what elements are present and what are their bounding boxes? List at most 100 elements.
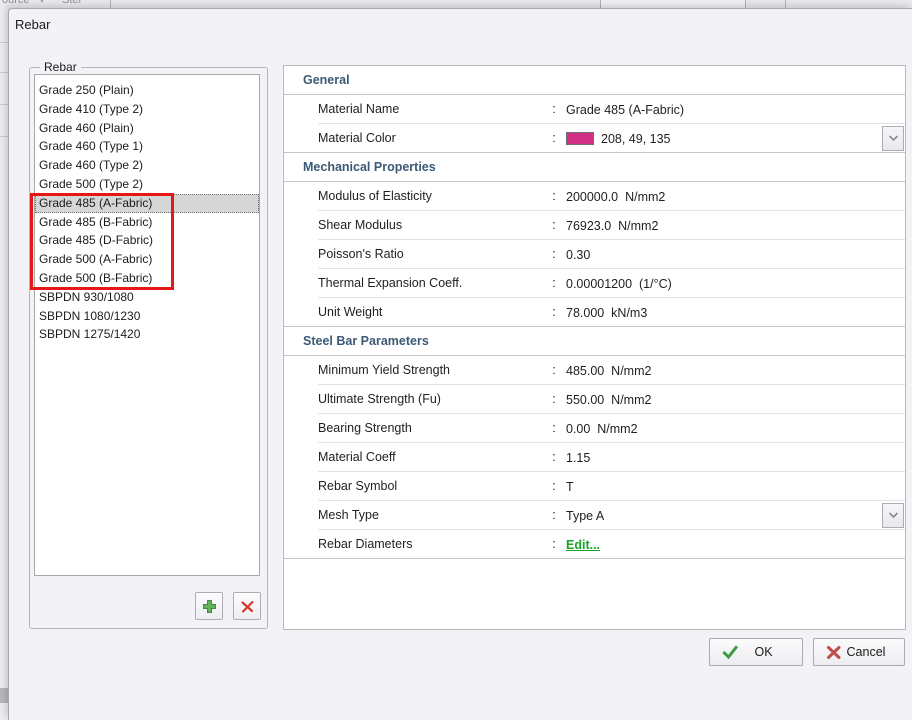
list-item[interactable]: Grade 250 (Plain) — [35, 81, 259, 100]
ok-button[interactable]: OK — [709, 638, 803, 666]
background-line — [0, 136, 8, 137]
colon-separator: : — [550, 472, 558, 501]
list-item[interactable]: Grade 500 (B-Fabric) — [35, 269, 259, 288]
value-text: Type A — [566, 509, 604, 523]
property-row: Modulus of Elasticity:200000.0 N/mm2 — [284, 182, 905, 211]
background-line — [0, 42, 8, 43]
cancel-button[interactable]: Cancel — [813, 638, 905, 666]
list-item[interactable]: Grade 485 (A-Fabric) — [35, 194, 259, 213]
property-grid: GeneralMaterial Name:Grade 485 (A-Fabric… — [284, 66, 905, 559]
dropdown-arrow-button[interactable] — [882, 503, 904, 528]
property-value[interactable]: 550.00 N/mm2 — [566, 385, 651, 414]
list-item[interactable]: Grade 500 (Type 2) — [35, 175, 259, 194]
ok-button-label: OK — [754, 645, 786, 659]
value-text: 76923.0 N/mm2 — [566, 219, 658, 233]
background-app-strip: ource ▾ Stel — [0, 0, 912, 8]
property-label: Mesh Type — [318, 501, 379, 530]
property-value[interactable]: Edit... — [566, 530, 600, 559]
value-text: 550.00 N/mm2 — [566, 393, 651, 407]
background-divider — [110, 0, 111, 8]
value-text: 0.00001200 (1/°C) — [566, 277, 672, 291]
property-label: Modulus of Elasticity — [318, 182, 432, 211]
checkmark-icon — [722, 645, 739, 660]
property-value[interactable]: 200000.0 N/mm2 — [566, 182, 665, 211]
chevron-down-icon — [888, 135, 899, 142]
list-item[interactable]: Grade 485 (D-Fabric) — [35, 231, 259, 250]
plus-icon — [202, 599, 217, 614]
colon-separator: : — [550, 385, 558, 414]
colon-separator: : — [550, 356, 558, 385]
colon-separator: : — [550, 182, 558, 211]
property-label: Unit Weight — [318, 298, 382, 327]
rebar-material-list[interactable]: Grade 250 (Plain)Grade 410 (Type 2)Grade… — [34, 74, 260, 576]
property-row: Minimum Yield Strength:485.00 N/mm2 — [284, 356, 905, 385]
colon-separator: : — [550, 501, 558, 530]
property-value[interactable]: 76923.0 N/mm2 — [566, 211, 658, 240]
list-item[interactable]: SBPDN 930/1080 — [35, 288, 259, 307]
list-item[interactable]: Grade 410 (Type 2) — [35, 100, 259, 119]
property-row: Rebar Symbol: T — [284, 472, 905, 501]
value-text: 208, 49, 135 — [601, 132, 671, 146]
value-text: Grade 485 (A-Fabric) — [566, 103, 684, 117]
property-label: Ultimate Strength (Fu) — [318, 385, 441, 414]
property-value[interactable]: 1.15 — [566, 443, 590, 472]
background-text-fragment: Stel — [62, 0, 81, 6]
property-row: Shear Modulus:76923.0 N/mm2 — [284, 211, 905, 240]
colon-separator: : — [550, 414, 558, 443]
background-block — [0, 688, 8, 703]
chevron-down-icon — [888, 512, 899, 519]
property-value[interactable]: Grade 485 (A-Fabric) — [566, 95, 684, 124]
list-item[interactable]: Grade 460 (Type 2) — [35, 156, 259, 175]
property-row: Rebar Diameters:Edit... — [284, 530, 905, 559]
property-panel: GeneralMaterial Name:Grade 485 (A-Fabric… — [283, 65, 906, 630]
list-item[interactable]: Grade 460 (Plain) — [35, 119, 259, 138]
property-label: Minimum Yield Strength — [318, 356, 450, 385]
list-item[interactable]: SBPDN 1080/1230 — [35, 307, 259, 326]
delete-x-icon — [240, 599, 255, 614]
rebar-dialog: Rebar Rebar Grade 250 (Plain)Grade 410 (… — [8, 8, 912, 720]
cancel-button-label: Cancel — [847, 645, 900, 659]
list-item[interactable]: SBPDN 1275/1420 — [35, 325, 259, 344]
colon-separator: : — [550, 269, 558, 298]
value-text: 485.00 N/mm2 — [566, 364, 651, 378]
list-item[interactable]: Grade 500 (A-Fabric) — [35, 250, 259, 269]
property-label: Thermal Expansion Coeff. — [318, 269, 462, 298]
edit-link[interactable]: Edit... — [566, 538, 600, 552]
property-label: Material Color — [318, 124, 396, 153]
background-line — [0, 72, 8, 73]
property-value[interactable]: 0.00 N/mm2 — [566, 414, 638, 443]
property-label: Poisson's Ratio — [318, 240, 404, 269]
colon-separator: : — [550, 124, 558, 153]
property-value[interactable]: T — [566, 472, 574, 501]
background-line — [0, 104, 8, 105]
property-row: Mesh Type: Type A — [284, 501, 905, 530]
section-header: General — [284, 66, 905, 95]
property-label: Material Coeff — [318, 443, 396, 472]
delete-material-button[interactable] — [233, 592, 261, 620]
value-text: 0.00 N/mm2 — [566, 422, 638, 436]
property-value[interactable]: 485.00 N/mm2 — [566, 356, 651, 385]
property-value[interactable]: 0.00001200 (1/°C) — [566, 269, 672, 298]
property-value[interactable]: 0.30 — [566, 240, 590, 269]
value-text: 200000.0 N/mm2 — [566, 190, 665, 204]
property-label: Rebar Diameters — [318, 530, 412, 559]
property-value[interactable]: 78.000 kN/m3 — [566, 298, 647, 327]
group-box-label: Rebar — [40, 60, 81, 74]
property-value[interactable]: Type A — [566, 501, 604, 530]
colon-separator: : — [550, 443, 558, 472]
property-label: Rebar Symbol — [318, 472, 397, 501]
dialog-title: Rebar — [15, 17, 50, 32]
background-app-strip-left — [0, 8, 8, 720]
property-label: Bearing Strength — [318, 414, 412, 443]
list-item[interactable]: Grade 485 (B-Fabric) — [35, 213, 259, 232]
property-value[interactable]: 208, 49, 135 — [566, 124, 671, 153]
property-row: Material Name:Grade 485 (A-Fabric) — [284, 95, 905, 124]
value-text: T — [566, 480, 574, 494]
property-row: Material Coeff:1.15 — [284, 443, 905, 472]
property-row: Material Color: 208, 49, 135 — [284, 124, 905, 153]
property-row: Thermal Expansion Coeff.:0.00001200 (1/°… — [284, 269, 905, 298]
list-item[interactable]: Grade 460 (Type 1) — [35, 137, 259, 156]
dropdown-arrow-button[interactable] — [882, 126, 904, 151]
add-material-button[interactable] — [195, 592, 223, 620]
background-window-edge — [600, 0, 746, 8]
